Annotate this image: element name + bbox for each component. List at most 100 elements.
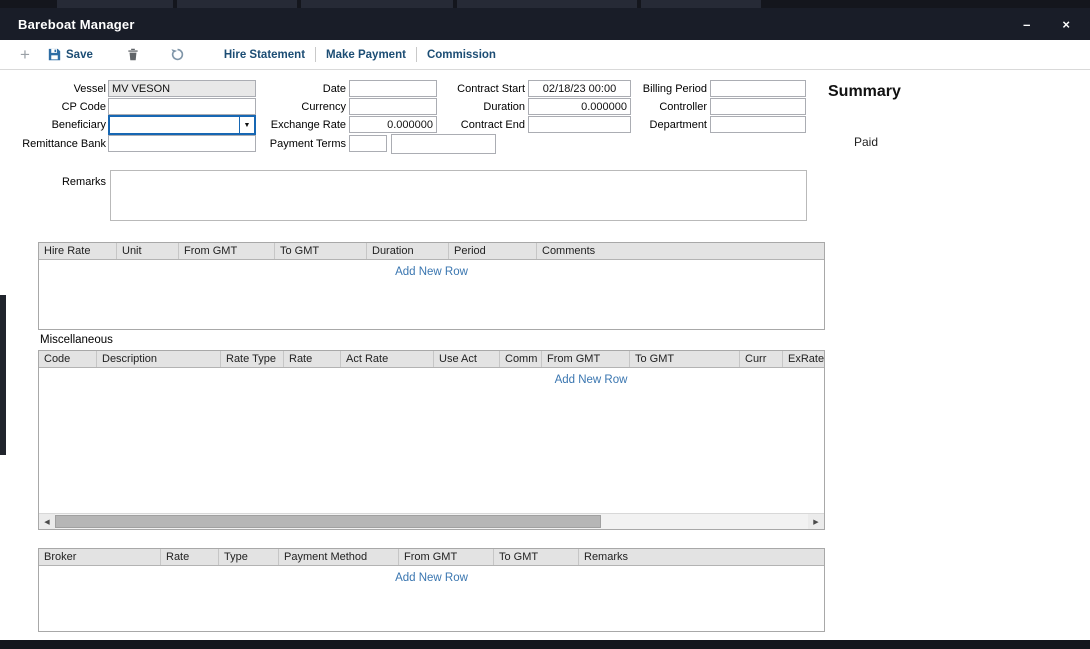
broker-table: Broker Rate Type Payment Method From GMT… (38, 548, 825, 632)
beneficiary-label: Beneficiary (16, 117, 106, 134)
background-tab (457, 0, 637, 8)
column-header-period: Period (449, 243, 537, 259)
miscellaneous-table-body: Add New Row (39, 368, 824, 513)
scroll-left-icon[interactable]: ◀ (39, 514, 55, 529)
contract-end-input[interactable] (528, 116, 631, 133)
beneficiary-value (110, 117, 239, 133)
close-button[interactable]: × (1062, 18, 1070, 31)
background-tab (641, 0, 761, 8)
column-header-comments: Comments (537, 243, 824, 259)
refresh-icon (171, 48, 184, 61)
column-header-duration: Duration (367, 243, 449, 259)
remarks-label: Remarks (16, 174, 106, 191)
contract-start-label: Contract Start (435, 81, 525, 98)
contract-start-input[interactable] (528, 80, 631, 97)
duration-label: Duration (435, 99, 525, 116)
column-header-from-gmt: From GMT (179, 243, 275, 259)
bareboat-manager-window: { "window": { "title": "Bareboat Manager… (0, 0, 1090, 649)
background-tab (301, 0, 453, 8)
save-label: Save (66, 49, 93, 61)
controller-input[interactable] (710, 98, 806, 115)
payment-terms-label: Payment Terms (256, 136, 346, 153)
contract-end-label: Contract End (435, 117, 525, 134)
column-header-hire-rate: Hire Rate (39, 243, 117, 259)
window-titlebar[interactable]: Bareboat Manager – × (0, 8, 1090, 40)
remarks-textarea[interactable] (110, 170, 807, 221)
column-header-act-rate: Act Rate (341, 351, 434, 367)
column-header-rate: Rate (284, 351, 341, 367)
horizontal-scrollbar[interactable]: ◀ ▶ (39, 513, 824, 529)
currency-label: Currency (256, 99, 346, 116)
column-header-to-gmt: To GMT (494, 549, 579, 565)
column-header-from-gmt: From GMT (399, 549, 494, 565)
vessel-input[interactable] (108, 80, 256, 97)
column-header-to-gmt: To GMT (275, 243, 367, 259)
column-header-broker: Broker (39, 549, 161, 565)
currency-input[interactable] (349, 98, 437, 115)
department-input[interactable] (710, 116, 806, 133)
remittance-bank-input[interactable] (108, 135, 256, 152)
summary-title: Summary (828, 83, 901, 101)
toolbar: + Save Hire Statement Make Payment Commi… (0, 40, 1090, 70)
paid-label: Paid (854, 135, 878, 149)
payment-terms-desc-input[interactable] (391, 134, 496, 154)
column-header-from-gmt: From GMT (542, 351, 630, 367)
exchange-rate-input[interactable] (349, 116, 437, 133)
column-header-use-act: Use Act (434, 351, 500, 367)
background-tab (57, 0, 173, 8)
background-bottom-edge (0, 640, 1090, 649)
payment-terms-input[interactable] (349, 135, 387, 152)
hire-rate-table-header: Hire Rate Unit From GMT To GMT Duration … (39, 243, 824, 260)
column-header-to-gmt: To GMT (630, 351, 740, 367)
window-title: Bareboat Manager (0, 17, 135, 32)
save-icon (48, 48, 61, 61)
trash-icon (127, 48, 139, 61)
commission-button[interactable]: Commission (417, 49, 506, 61)
duration-input[interactable] (528, 98, 631, 115)
controller-label: Controller (617, 99, 707, 116)
miscellaneous-table-header: Code Description Rate Type Rate Act Rate… (39, 351, 824, 368)
minimize-button[interactable]: – (1023, 18, 1030, 31)
column-header-code: Code (39, 351, 97, 367)
billing-period-label: Billing Period (617, 81, 707, 98)
cp-code-label: CP Code (16, 99, 106, 116)
department-label: Department (617, 117, 707, 134)
column-header-description: Description (97, 351, 221, 367)
scrollbar-thumb[interactable] (55, 515, 601, 528)
make-payment-button[interactable]: Make Payment (316, 49, 416, 61)
column-header-unit: Unit (117, 243, 179, 259)
vessel-label: Vessel (16, 81, 106, 98)
broker-add-new-row-link[interactable]: Add New Row (39, 572, 824, 584)
date-input[interactable] (349, 80, 437, 97)
background-left-edge (0, 295, 6, 455)
date-label: Date (256, 81, 346, 98)
add-icon[interactable]: + (14, 45, 36, 65)
column-header-exrate: ExRate (783, 351, 824, 367)
hire-add-new-row-link[interactable]: Add New Row (39, 266, 824, 278)
hire-rate-table: Hire Rate Unit From GMT To GMT Duration … (38, 242, 825, 330)
remittance-bank-label: Remittance Bank (16, 136, 106, 153)
column-header-rate: Rate (161, 549, 219, 565)
billing-period-input[interactable] (710, 80, 806, 97)
beneficiary-select[interactable]: ▼ (108, 115, 256, 135)
background-tab (177, 0, 297, 8)
miscellaneous-table: Code Description Rate Type Rate Act Rate… (38, 350, 825, 530)
column-header-rate-type: Rate Type (221, 351, 284, 367)
column-header-payment-method: Payment Method (279, 549, 399, 565)
save-button[interactable]: Save (48, 48, 103, 61)
column-header-curr: Curr (740, 351, 783, 367)
miscellaneous-add-new-row-link[interactable]: Add New Row (39, 374, 824, 386)
column-header-type: Type (219, 549, 279, 565)
delete-button[interactable] (111, 48, 155, 61)
column-header-remarks: Remarks (579, 549, 824, 565)
window-content: + Save Hire Statement Make Payment Commi… (0, 40, 1090, 640)
miscellaneous-section-label: Miscellaneous (40, 334, 113, 346)
broker-table-header: Broker Rate Type Payment Method From GMT… (39, 549, 824, 566)
column-header-comm: Comm (500, 351, 542, 367)
chevron-down-icon[interactable]: ▼ (239, 117, 254, 133)
hire-statement-button[interactable]: Hire Statement (214, 49, 315, 61)
refresh-button[interactable] (155, 48, 200, 61)
cp-code-input[interactable] (108, 98, 256, 115)
scroll-right-icon[interactable]: ▶ (808, 514, 824, 529)
exchange-rate-label: Exchange Rate (256, 117, 346, 134)
